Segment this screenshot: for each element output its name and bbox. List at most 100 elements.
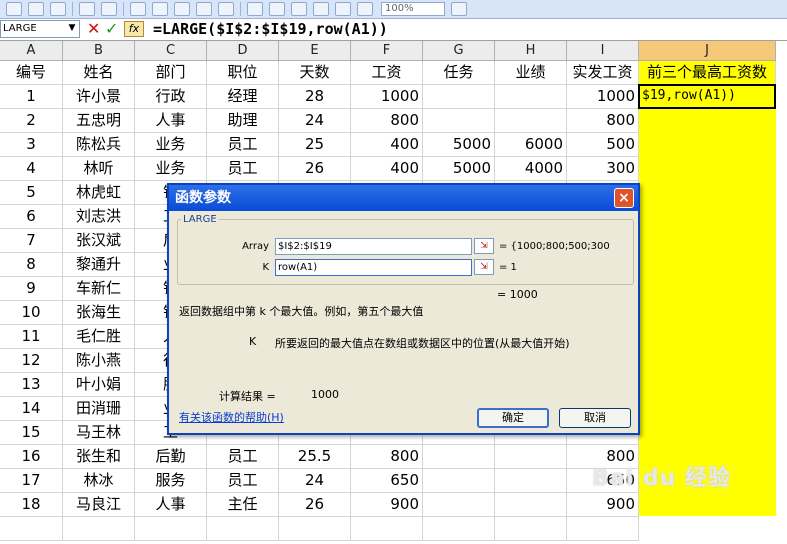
column-header[interactable]: H (495, 41, 567, 61)
active-cell-j2[interactable]: $19,row(A1)) (638, 84, 776, 109)
table-cell[interactable]: 业务 (135, 133, 207, 157)
table-cell[interactable]: 900 (567, 493, 639, 517)
table-cell[interactable]: 28 (279, 85, 351, 109)
column-header[interactable]: C (135, 41, 207, 61)
sum-icon[interactable] (269, 2, 285, 16)
table-cell[interactable]: 服务 (135, 469, 207, 493)
column-header[interactable]: D (207, 41, 279, 61)
chart-icon[interactable] (335, 2, 351, 16)
table-cell[interactable]: 陈小燕 (63, 349, 135, 373)
sort-asc-icon[interactable] (291, 2, 307, 16)
empty-cell[interactable] (495, 517, 567, 541)
table-cell[interactable]: 刘志洪 (63, 205, 135, 229)
table-cell[interactable]: 黎通升 (63, 253, 135, 277)
table-cell[interactable]: 900 (351, 493, 423, 517)
table-cell[interactable]: 马王林 (63, 421, 135, 445)
paste-icon[interactable] (174, 2, 190, 16)
insert-function-icon[interactable]: fx (124, 21, 144, 37)
table-cell[interactable]: 6000 (495, 133, 567, 157)
redo-icon[interactable] (218, 2, 234, 16)
table-cell[interactable]: 人事 (135, 109, 207, 133)
drawing-icon[interactable] (357, 2, 373, 16)
table-cell[interactable]: 陈松兵 (63, 133, 135, 157)
formula-input[interactable]: =LARGE($I$2:$I$19,row(A1)) (153, 20, 388, 38)
table-cell[interactable]: 800 (351, 109, 423, 133)
empty-cell[interactable] (63, 517, 135, 541)
empty-cell[interactable] (423, 517, 495, 541)
table-cell[interactable]: 18 (0, 493, 63, 517)
table-cell[interactable]: 15 (0, 421, 63, 445)
header-cell[interactable]: 编号 (0, 61, 63, 85)
table-cell[interactable]: 张汉斌 (63, 229, 135, 253)
column-header[interactable]: A (0, 41, 63, 61)
table-cell[interactable]: 员工 (207, 133, 279, 157)
table-cell[interactable] (495, 445, 567, 469)
table-cell[interactable]: 5 (0, 181, 63, 205)
array-input[interactable]: $I$2:$I$19 (275, 238, 472, 255)
table-cell[interactable]: 林虎虹 (63, 181, 135, 205)
table-cell[interactable]: 许小景 (63, 85, 135, 109)
cancel-button[interactable]: 取消 (559, 408, 631, 428)
table-cell[interactable]: 24 (279, 109, 351, 133)
collapse-dialog-icon[interactable]: ⇲ (474, 259, 494, 275)
table-cell[interactable] (495, 85, 567, 109)
sort-desc-icon[interactable] (313, 2, 329, 16)
table-cell[interactable] (423, 469, 495, 493)
table-cell[interactable]: 五忠明 (63, 109, 135, 133)
zoom-select[interactable]: 100% (381, 2, 445, 16)
name-box-dropdown-icon[interactable]: ▼ (66, 20, 78, 36)
save-icon[interactable] (50, 2, 66, 16)
collapse-dialog-icon[interactable]: ⇲ (474, 238, 494, 254)
table-cell[interactable]: 马良江 (63, 493, 135, 517)
table-cell[interactable]: 林听 (63, 157, 135, 181)
column-header[interactable]: E (279, 41, 351, 61)
empty-cell[interactable] (351, 517, 423, 541)
table-cell[interactable]: 后勤 (135, 445, 207, 469)
table-cell[interactable]: 25.5 (279, 445, 351, 469)
copy-icon[interactable] (152, 2, 168, 16)
column-header[interactable]: B (63, 41, 135, 61)
table-cell[interactable] (423, 445, 495, 469)
k-input[interactable]: row(A1) (275, 259, 472, 276)
column-header[interactable]: I (567, 41, 639, 61)
close-icon[interactable]: × (614, 188, 634, 208)
column-header[interactable]: F (351, 41, 423, 61)
table-cell[interactable]: 9 (0, 277, 63, 301)
table-cell[interactable]: 1 (0, 85, 63, 109)
table-cell[interactable]: 500 (567, 133, 639, 157)
table-cell[interactable]: 1000 (351, 85, 423, 109)
table-cell[interactable]: 业务 (135, 157, 207, 181)
table-cell[interactable]: 车新仁 (63, 277, 135, 301)
print-icon[interactable] (79, 2, 95, 16)
header-cell[interactable]: 天数 (279, 61, 351, 85)
header-cell[interactable]: 任务 (423, 61, 495, 85)
table-cell[interactable]: 6 (0, 205, 63, 229)
empty-cell[interactable] (567, 517, 639, 541)
empty-cell[interactable] (0, 517, 63, 541)
enter-icon[interactable]: ✓ (105, 20, 118, 38)
open-icon[interactable] (28, 2, 44, 16)
table-cell[interactable]: 7 (0, 229, 63, 253)
table-cell[interactable]: 人事 (135, 493, 207, 517)
table-cell[interactable]: 300 (567, 157, 639, 181)
table-cell[interactable]: 4000 (495, 157, 567, 181)
table-cell[interactable]: 助理 (207, 109, 279, 133)
table-cell[interactable] (495, 493, 567, 517)
table-cell[interactable]: 12 (0, 349, 63, 373)
table-cell[interactable]: 400 (351, 157, 423, 181)
help-icon[interactable] (451, 2, 467, 16)
table-cell[interactable]: 800 (567, 109, 639, 133)
header-cell[interactable]: 实发工资 (567, 61, 639, 85)
table-cell[interactable]: 员工 (207, 469, 279, 493)
table-cell[interactable]: 800 (351, 445, 423, 469)
header-cell[interactable]: 业绩 (495, 61, 567, 85)
table-cell[interactable]: 张生和 (63, 445, 135, 469)
header-cell[interactable]: 前三个最高工资数 (639, 61, 776, 85)
table-cell[interactable] (423, 109, 495, 133)
header-cell[interactable]: 工资 (351, 61, 423, 85)
table-cell[interactable]: 26 (279, 493, 351, 517)
hyperlink-icon[interactable] (247, 2, 263, 16)
header-cell[interactable]: 姓名 (63, 61, 135, 85)
header-cell[interactable]: 职位 (207, 61, 279, 85)
preview-icon[interactable] (101, 2, 117, 16)
